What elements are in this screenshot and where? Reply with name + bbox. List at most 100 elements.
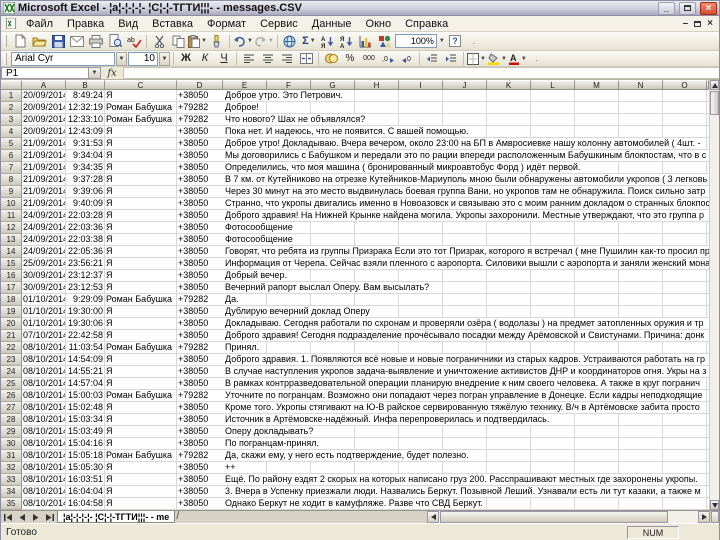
- previous-sheet-button[interactable]: [15, 511, 29, 523]
- cell-message[interactable]: По погранцам-принял.: [223, 438, 709, 450]
- undo-button[interactable]: ▼: [233, 33, 253, 49]
- cell-phone[interactable]: +38050: [177, 210, 223, 222]
- merge-center-button[interactable]: [297, 51, 315, 67]
- format-painter-button[interactable]: [208, 33, 226, 49]
- cell-date[interactable]: 21/09/2014: [22, 198, 66, 210]
- drawing-button[interactable]: A: [376, 33, 394, 49]
- cell-message[interactable]: В 7 км. от Кутейниково на отрезке Кутейн…: [223, 174, 709, 186]
- cell-message[interactable]: Принял.: [223, 342, 709, 354]
- workbook-minimize-button[interactable]: –: [683, 18, 689, 29]
- cell-phone[interactable]: +38050: [177, 234, 223, 246]
- cell-time[interactable]: 9:31:53: [66, 138, 105, 150]
- dropdown-arrow-icon[interactable]: ▼: [521, 56, 527, 62]
- cell-time[interactable]: 9:34:35: [66, 162, 105, 174]
- row-number[interactable]: 15: [1, 258, 22, 270]
- row-number[interactable]: 6: [1, 150, 22, 162]
- cell-sender[interactable]: Я: [105, 318, 177, 330]
- cell-date[interactable]: 07/10/2014: [22, 330, 66, 342]
- scroll-up-button[interactable]: [710, 80, 719, 90]
- chart-wizard-button[interactable]: [357, 33, 375, 49]
- cell-time[interactable]: 12:33:10: [66, 114, 105, 126]
- workbook-restore-button[interactable]: [694, 21, 701, 27]
- fill-color-button[interactable]: ▼: [487, 51, 507, 67]
- cell-date[interactable]: 25/09/2014: [22, 258, 66, 270]
- dropdown-arrow-icon[interactable]: ▼: [201, 38, 207, 44]
- menu-справка[interactable]: Справка: [398, 18, 455, 30]
- font-color-button[interactable]: А▼: [508, 51, 527, 67]
- cell-message[interactable]: Доброго здравия. 1. Появляются всё новые…: [223, 354, 709, 366]
- cell-sender[interactable]: Я: [105, 282, 177, 294]
- borders-button[interactable]: ▼: [467, 51, 486, 67]
- cell-sender[interactable]: Я: [105, 234, 177, 246]
- column-header-M[interactable]: M: [575, 80, 619, 90]
- cell-sender[interactable]: Я: [105, 402, 177, 414]
- cell-phone[interactable]: +38050: [177, 366, 223, 378]
- cell-message[interactable]: Доброе утро. Это Петрович.: [223, 90, 709, 102]
- cell-message[interactable]: Уточните по погранцам. Возможно они попа…: [223, 390, 709, 402]
- row-number[interactable]: 12: [1, 222, 22, 234]
- cell-sender[interactable]: Роман Бабушка: [105, 102, 177, 114]
- insert-hyperlink-button[interactable]: [281, 33, 299, 49]
- zoom-control[interactable]: 100%: [395, 34, 437, 48]
- cell-date[interactable]: 21/09/2014: [22, 162, 66, 174]
- scroll-left-button[interactable]: [427, 511, 439, 523]
- row-number[interactable]: 27: [1, 402, 22, 414]
- font-size-dropdown-arrow-icon[interactable]: ▼: [159, 52, 170, 66]
- align-center-button[interactable]: [259, 51, 277, 67]
- cell-message[interactable]: Доброе утро! Докладываю. Вчера вечером, …: [223, 138, 709, 150]
- cell-sender[interactable]: Я: [105, 258, 177, 270]
- vertical-scroll-thumb[interactable]: [710, 91, 719, 115]
- cell-time[interactable]: 16:04:58: [66, 498, 105, 510]
- row-number[interactable]: 35: [1, 498, 22, 510]
- cell-phone[interactable]: +79282: [177, 342, 223, 354]
- cell-sender[interactable]: Я: [105, 162, 177, 174]
- row-number[interactable]: 17: [1, 282, 22, 294]
- cell-phone[interactable]: +38050: [177, 474, 223, 486]
- cell-time[interactable]: 22:03:36: [66, 222, 105, 234]
- column-header-G[interactable]: G: [311, 80, 355, 90]
- column-header-L[interactable]: L: [531, 80, 575, 90]
- open-button[interactable]: [30, 33, 48, 49]
- cell-sender[interactable]: Я: [105, 186, 177, 198]
- cell-phone[interactable]: +79282: [177, 114, 223, 126]
- sort-ascending-button[interactable]: АЯ: [319, 33, 337, 49]
- cell-date[interactable]: 21/09/2014: [22, 150, 66, 162]
- cell-phone[interactable]: +38050: [177, 258, 223, 270]
- cell-date[interactable]: 08/10/2014: [22, 366, 66, 378]
- decrease-decimal-button[interactable]: ,0: [398, 51, 416, 67]
- cell-phone[interactable]: +38050: [177, 486, 223, 498]
- print-preview-button[interactable]: [106, 33, 124, 49]
- italic-button[interactable]: К: [196, 51, 214, 67]
- row-number[interactable]: 1: [1, 90, 22, 102]
- column-header-H[interactable]: H: [355, 80, 399, 90]
- cell-sender[interactable]: Я: [105, 90, 177, 102]
- print-button[interactable]: [87, 33, 105, 49]
- toolbar-grip[interactable]: [4, 53, 7, 65]
- horizontal-scroll-thumb[interactable]: [440, 511, 668, 523]
- cell-phone[interactable]: +38050: [177, 438, 223, 450]
- name-box-dropdown-arrow-icon[interactable]: ▼: [89, 67, 101, 79]
- bold-button[interactable]: Ж: [177, 51, 195, 67]
- cell-sender[interactable]: Я: [105, 366, 177, 378]
- menu-данные[interactable]: Данные: [305, 18, 359, 30]
- cell-date[interactable]: 08/10/2014: [22, 462, 66, 474]
- copy-button[interactable]: [169, 33, 187, 49]
- cell-message[interactable]: Доброго здравия! На Нижней Крынке найден…: [223, 210, 709, 222]
- cell-message[interactable]: Докладываю. Сегодня работали по схронам …: [223, 318, 709, 330]
- cell-phone[interactable]: +38050: [177, 306, 223, 318]
- cell-sender[interactable]: Я: [105, 426, 177, 438]
- decrease-indent-button[interactable]: [423, 51, 441, 67]
- increase-indent-button[interactable]: [442, 51, 460, 67]
- cell-date[interactable]: 24/09/2014: [22, 222, 66, 234]
- cell-time[interactable]: 19:30:06: [66, 318, 105, 330]
- vertical-scrollbar[interactable]: [709, 80, 719, 510]
- row-number[interactable]: 30: [1, 438, 22, 450]
- cell-phone[interactable]: +38050: [177, 246, 223, 258]
- cell-phone[interactable]: +38050: [177, 378, 223, 390]
- cell-time[interactable]: 14:54:09: [66, 354, 105, 366]
- workbook-close-button[interactable]: ×: [707, 18, 713, 29]
- toolbar-grip[interactable]: [4, 35, 7, 47]
- name-box[interactable]: P1: [1, 67, 89, 79]
- row-number[interactable]: 5: [1, 138, 22, 150]
- vertical-scroll-track[interactable]: [710, 115, 719, 500]
